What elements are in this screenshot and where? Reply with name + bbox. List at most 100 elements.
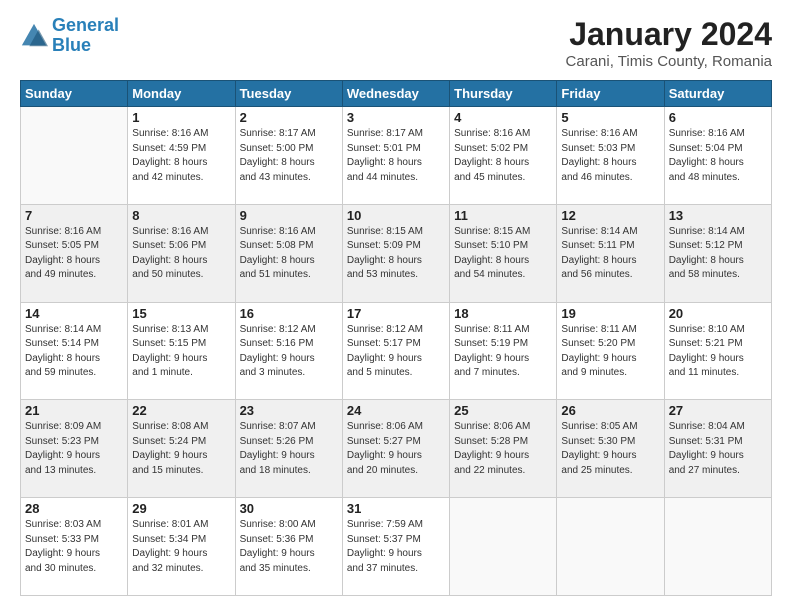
day-number: 17 (347, 306, 445, 321)
day-number: 24 (347, 403, 445, 418)
day-number: 31 (347, 501, 445, 516)
calendar-cell: 10Sunrise: 8:15 AM Sunset: 5:09 PM Dayli… (342, 204, 449, 302)
day-info: Sunrise: 8:16 AM Sunset: 5:02 PM Dayligh… (454, 127, 552, 185)
day-info: Sunrise: 8:16 AM Sunset: 5:08 PM Dayligh… (240, 225, 338, 283)
logo: General Blue (20, 16, 119, 56)
calendar-cell: 4 Sunrise: 8:16 AM Sunset: 5:02 PM Daylig… (450, 107, 557, 205)
day-info: Sunrise: 8:01 AM Sunset: 5:34 PM Dayligh… (132, 518, 230, 576)
day-info: Sunrise: 8:14 AM Sunset: 5:14 PM Dayligh… (25, 323, 123, 381)
day-info: Sunrise: 8:03 AM Sunset: 5:33 PM Dayligh… (25, 518, 123, 576)
day-info: Sunrise: 8:06 AM Sunset: 5:28 PM Dayligh… (454, 420, 552, 478)
day-number: 27 (669, 403, 767, 418)
calendar-week-row: 1 Sunrise: 8:16 AM Sunset: 4:59 PM Daylig… (21, 107, 772, 205)
calendar-cell: 15 Sunrise: 8:13 AM Sunset: 5:15 PM Dayli… (128, 302, 235, 400)
day-number: 8 (132, 208, 230, 223)
title-area: January 2024 Carani, Timis County, Roman… (566, 16, 772, 70)
calendar-cell: 28 Sunrise: 8:03 AM Sunset: 5:33 PM Dayli… (21, 498, 128, 596)
calendar-cell: 16 Sunrise: 8:12 AM Sunset: 5:16 PM Dayli… (235, 302, 342, 400)
day-info: Sunrise: 8:12 AM Sunset: 5:17 PM Dayligh… (347, 323, 445, 381)
day-number: 11 (454, 208, 552, 223)
calendar-cell: 24Sunrise: 8:06 AM Sunset: 5:27 PM Dayli… (342, 400, 449, 498)
calendar-cell: 13 Sunrise: 8:14 AM Sunset: 5:12 PM Dayli… (664, 204, 771, 302)
day-number: 20 (669, 306, 767, 321)
col-header-sunday: Sunday (21, 81, 128, 107)
calendar-cell: 18Sunrise: 8:11 AM Sunset: 5:19 PM Dayli… (450, 302, 557, 400)
day-info: Sunrise: 8:14 AM Sunset: 5:12 PM Dayligh… (669, 225, 767, 283)
logo-line1: General (52, 15, 119, 35)
calendar-cell: 25 Sunrise: 8:06 AM Sunset: 5:28 PM Dayli… (450, 400, 557, 498)
day-info: Sunrise: 8:11 AM Sunset: 5:19 PM Dayligh… (454, 323, 552, 381)
day-number: 12 (561, 208, 659, 223)
calendar-cell (450, 498, 557, 596)
day-number: 2 (240, 110, 338, 125)
day-info: Sunrise: 8:08 AM Sunset: 5:24 PM Dayligh… (132, 420, 230, 478)
calendar-cell: 31 Sunrise: 7:59 AM Sunset: 5:37 PM Dayli… (342, 498, 449, 596)
day-number: 15 (132, 306, 230, 321)
calendar-header-row: SundayMondayTuesdayWednesdayThursdayFrid… (21, 81, 772, 107)
logo-text: General Blue (52, 16, 119, 56)
day-info: Sunrise: 8:16 AM Sunset: 5:04 PM Dayligh… (669, 127, 767, 185)
day-info: Sunrise: 8:09 AM Sunset: 5:23 PM Dayligh… (25, 420, 123, 478)
calendar-cell: 19Sunrise: 8:11 AM Sunset: 5:20 PM Dayli… (557, 302, 664, 400)
calendar-cell (664, 498, 771, 596)
day-number: 25 (454, 403, 552, 418)
calendar-cell: 3 Sunrise: 8:17 AM Sunset: 5:01 PM Daylig… (342, 107, 449, 205)
calendar-cell (557, 498, 664, 596)
day-info: Sunrise: 8:12 AM Sunset: 5:16 PM Dayligh… (240, 323, 338, 381)
calendar-cell: 1 Sunrise: 8:16 AM Sunset: 4:59 PM Daylig… (128, 107, 235, 205)
day-info: Sunrise: 8:04 AM Sunset: 5:31 PM Dayligh… (669, 420, 767, 478)
day-info: Sunrise: 8:16 AM Sunset: 5:05 PM Dayligh… (25, 225, 123, 283)
day-number: 1 (132, 110, 230, 125)
col-header-tuesday: Tuesday (235, 81, 342, 107)
day-number: 5 (561, 110, 659, 125)
day-info: Sunrise: 8:10 AM Sunset: 5:21 PM Dayligh… (669, 323, 767, 381)
header: General Blue January 2024 Carani, Timis … (20, 16, 772, 70)
calendar-cell (21, 107, 128, 205)
calendar-cell: 26 Sunrise: 8:05 AM Sunset: 5:30 PM Dayli… (557, 400, 664, 498)
day-info: Sunrise: 8:00 AM Sunset: 5:36 PM Dayligh… (240, 518, 338, 576)
calendar-cell: 20 Sunrise: 8:10 AM Sunset: 5:21 PM Dayli… (664, 302, 771, 400)
main-title: January 2024 (566, 16, 772, 53)
calendar-week-row: 21 Sunrise: 8:09 AM Sunset: 5:23 PM Dayli… (21, 400, 772, 498)
day-info: Sunrise: 8:14 AM Sunset: 5:11 PM Dayligh… (561, 225, 659, 283)
calendar-cell: 17 Sunrise: 8:12 AM Sunset: 5:17 PM Dayli… (342, 302, 449, 400)
day-info: Sunrise: 8:17 AM Sunset: 5:01 PM Dayligh… (347, 127, 445, 185)
day-info: Sunrise: 8:17 AM Sunset: 5:00 PM Dayligh… (240, 127, 338, 185)
day-number: 10 (347, 208, 445, 223)
day-info: Sunrise: 7:59 AM Sunset: 5:37 PM Dayligh… (347, 518, 445, 576)
col-header-saturday: Saturday (664, 81, 771, 107)
day-number: 21 (25, 403, 123, 418)
day-info: Sunrise: 8:16 AM Sunset: 4:59 PM Dayligh… (132, 127, 230, 185)
day-number: 4 (454, 110, 552, 125)
calendar-cell: 29Sunrise: 8:01 AM Sunset: 5:34 PM Dayli… (128, 498, 235, 596)
day-number: 9 (240, 208, 338, 223)
calendar-cell: 2 Sunrise: 8:17 AM Sunset: 5:00 PM Daylig… (235, 107, 342, 205)
day-info: Sunrise: 8:13 AM Sunset: 5:15 PM Dayligh… (132, 323, 230, 381)
calendar-cell: 6Sunrise: 8:16 AM Sunset: 5:04 PM Daylig… (664, 107, 771, 205)
calendar-week-row: 7 Sunrise: 8:16 AM Sunset: 5:05 PM Daylig… (21, 204, 772, 302)
calendar-cell: 8 Sunrise: 8:16 AM Sunset: 5:06 PM Daylig… (128, 204, 235, 302)
day-number: 7 (25, 208, 123, 223)
col-header-friday: Friday (557, 81, 664, 107)
day-number: 28 (25, 501, 123, 516)
col-header-thursday: Thursday (450, 81, 557, 107)
day-number: 13 (669, 208, 767, 223)
calendar-cell: 7 Sunrise: 8:16 AM Sunset: 5:05 PM Daylig… (21, 204, 128, 302)
calendar-cell: 9 Sunrise: 8:16 AM Sunset: 5:08 PM Daylig… (235, 204, 342, 302)
day-info: Sunrise: 8:05 AM Sunset: 5:30 PM Dayligh… (561, 420, 659, 478)
calendar-cell: 27 Sunrise: 8:04 AM Sunset: 5:31 PM Dayli… (664, 400, 771, 498)
calendar-cell: 12 Sunrise: 8:14 AM Sunset: 5:11 PM Dayli… (557, 204, 664, 302)
day-number: 22 (132, 403, 230, 418)
calendar-cell: 11 Sunrise: 8:15 AM Sunset: 5:10 PM Dayli… (450, 204, 557, 302)
day-number: 3 (347, 110, 445, 125)
col-header-monday: Monday (128, 81, 235, 107)
day-number: 16 (240, 306, 338, 321)
calendar-cell: 21 Sunrise: 8:09 AM Sunset: 5:23 PM Dayli… (21, 400, 128, 498)
day-info: Sunrise: 8:16 AM Sunset: 5:06 PM Dayligh… (132, 225, 230, 283)
page: General Blue January 2024 Carani, Timis … (0, 0, 792, 612)
calendar-table: SundayMondayTuesdayWednesdayThursdayFrid… (20, 80, 772, 596)
day-info: Sunrise: 8:15 AM Sunset: 5:10 PM Dayligh… (454, 225, 552, 283)
day-number: 26 (561, 403, 659, 418)
col-header-wednesday: Wednesday (342, 81, 449, 107)
calendar-cell: 5Sunrise: 8:16 AM Sunset: 5:03 PM Daylig… (557, 107, 664, 205)
